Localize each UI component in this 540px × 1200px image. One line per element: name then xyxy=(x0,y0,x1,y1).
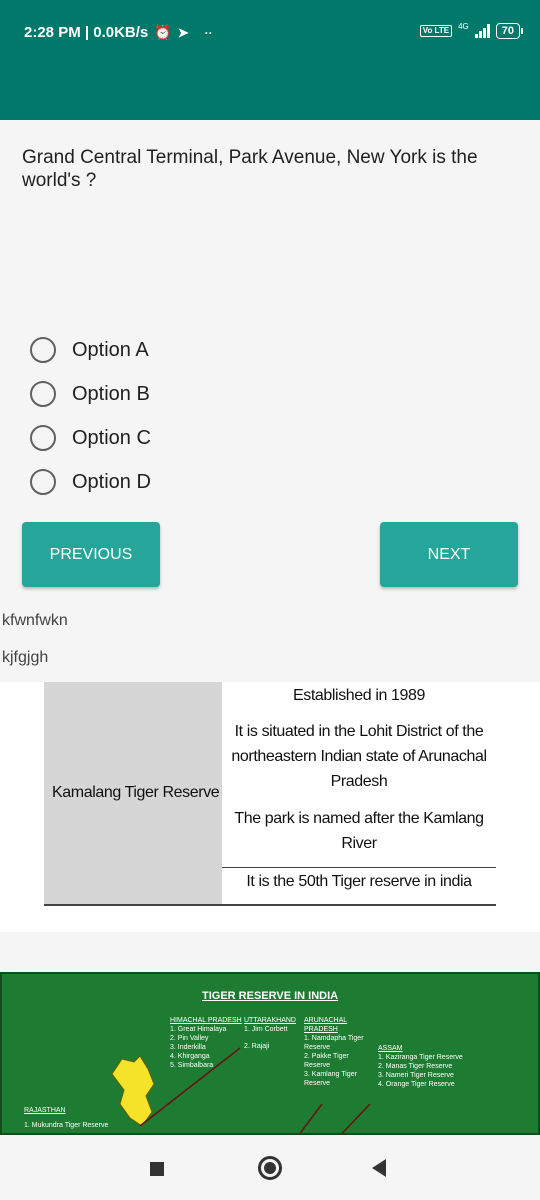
status-left: 2:28 PM | 0.0KB/s ⏰ ➤ ·· xyxy=(24,24,213,41)
option-label: Option D xyxy=(72,470,151,493)
options-group: Option A Option B Option C Option D xyxy=(30,328,151,504)
previous-button[interactable]: PREVIOUS xyxy=(22,522,160,587)
home-button[interactable] xyxy=(258,1156,282,1180)
himachal-item: 1. Great Himalaya xyxy=(170,1026,227,1033)
signal-icon xyxy=(474,23,490,38)
rajasthan-list: RAJASTHAN 1. Mukundra Tiger Reserve xyxy=(24,1106,108,1130)
status-right: Vo LTE 4G 70 xyxy=(419,22,524,39)
arunachal-header: ARUNACHAL PRADESH xyxy=(304,1017,348,1033)
recents-button[interactable] xyxy=(150,1162,164,1176)
option-d[interactable]: Option D xyxy=(30,460,151,504)
option-c[interactable]: Option C xyxy=(30,416,151,460)
rajasthan-header: RAJASTHAN xyxy=(24,1107,66,1114)
fact-established: Established in 1989 xyxy=(292,687,426,704)
info-bottom-border xyxy=(44,904,496,906)
uttarakhand-header: UTTARAKHAND xyxy=(244,1017,296,1024)
network-type: 4G xyxy=(458,22,469,31)
fact-location: It is situated in the Lohit District of … xyxy=(231,723,487,790)
uttarakhand-item: 1. Jim Corbett xyxy=(244,1026,288,1033)
back-button[interactable] xyxy=(372,1159,386,1177)
alarm-icon: ⏰ xyxy=(154,24,172,40)
radio-icon[interactable] xyxy=(30,469,56,495)
rajasthan-item: 1. Mukundra Tiger Reserve xyxy=(24,1122,109,1129)
tiger-reserve-map-image: TIGER RESERVE IN INDIA HIMACHAL PRADESH … xyxy=(0,972,540,1135)
himachal-header: HIMACHAL PRADESH xyxy=(170,1017,242,1024)
question-text: Grand Central Terminal, Park Avenue, New… xyxy=(22,147,478,191)
india-map-shape xyxy=(111,1047,371,1133)
radio-icon[interactable] xyxy=(30,425,56,451)
option-a[interactable]: Option A xyxy=(30,328,151,372)
navigation-bar xyxy=(0,1135,540,1200)
debug-text-2: kjfgjgh xyxy=(2,649,49,666)
next-button[interactable]: NEXT xyxy=(380,522,518,587)
volte-icon: Vo LTE xyxy=(419,24,453,37)
reserve-name: Kamalang Tiger Reserve xyxy=(52,784,220,801)
battery-icon: 70 xyxy=(495,22,524,39)
fact-50th: It is the 50th Tiger reserve in india xyxy=(246,873,472,890)
status-bar: 2:28 PM | 0.0KB/s ⏰ ➤ ·· Vo LTE 4G 70 xyxy=(0,0,540,120)
radio-icon[interactable] xyxy=(30,337,56,363)
more-notifications-icon: ·· xyxy=(204,25,213,40)
debug-text-1: kfwnfwkn xyxy=(2,612,68,629)
option-b[interactable]: Option B xyxy=(30,372,151,416)
option-label: Option C xyxy=(72,426,151,449)
map-title: TIGER RESERVE IN INDIA xyxy=(202,990,339,1002)
option-label: Option A xyxy=(72,338,149,361)
radio-icon[interactable] xyxy=(30,381,56,407)
telegram-icon: ➤ xyxy=(177,24,189,40)
info-divider xyxy=(222,867,496,868)
status-time: 2:28 PM | 0.0KB/s xyxy=(24,24,149,41)
fact-named: The park is named after the Kamlang Rive… xyxy=(234,810,484,852)
option-label: Option B xyxy=(72,382,150,405)
